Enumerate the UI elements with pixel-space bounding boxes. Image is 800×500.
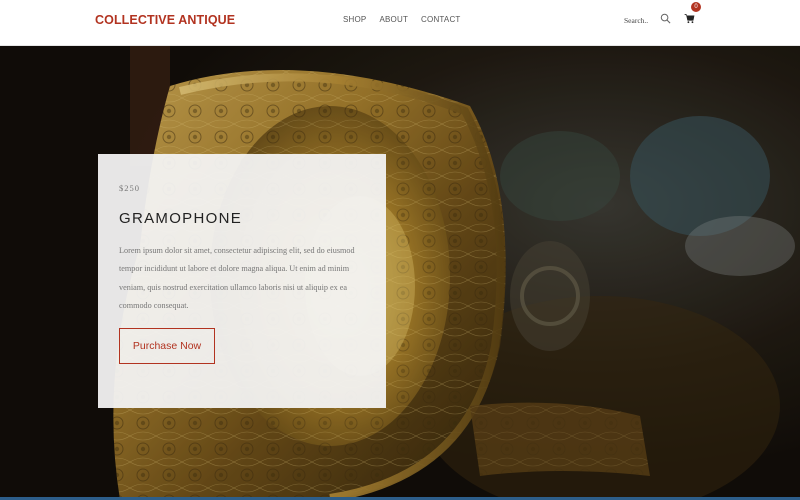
search-input[interactable]: Search.. (624, 16, 648, 25)
purchase-now-button[interactable]: Purchase Now (119, 328, 215, 364)
product-price: $250 (119, 183, 140, 193)
product-title: GRAMOPHONE (119, 210, 243, 227)
site-header: COLLECTIVE ANTIQUE SHOP ABOUT CONTACT Se… (0, 0, 800, 46)
nav-item-contact[interactable]: CONTACT (421, 15, 460, 24)
nav-item-shop[interactable]: SHOP (343, 15, 366, 24)
product-description: Lorem ipsum dolor sit amet, consectetur … (119, 246, 355, 310)
cart-icon[interactable] (684, 13, 695, 24)
cart-count-badge: 0 (691, 2, 701, 12)
product-card: $250 GRAMOPHONE Lorem ipsum dolor sit am… (98, 154, 386, 408)
search-icon[interactable] (660, 13, 671, 24)
site-logo[interactable]: COLLECTIVE ANTIQUE (95, 13, 235, 27)
main-nav: SHOP ABOUT CONTACT (343, 15, 461, 24)
nav-item-about[interactable]: ABOUT (379, 15, 408, 24)
